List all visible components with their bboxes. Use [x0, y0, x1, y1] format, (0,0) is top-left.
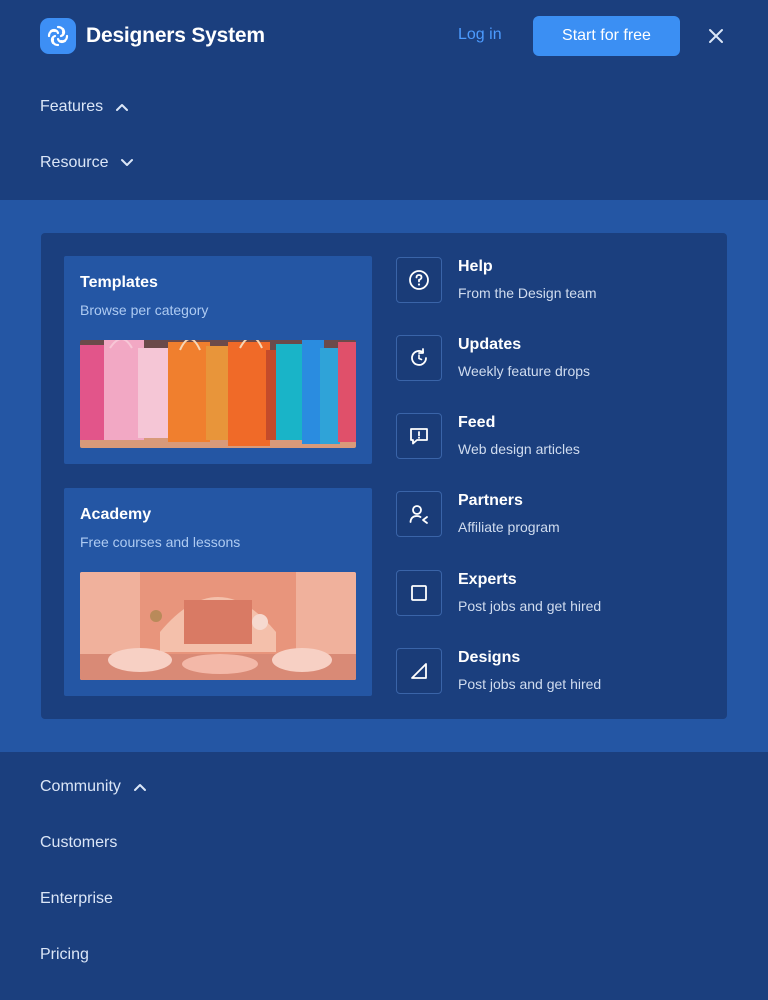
chevron-up-icon	[133, 782, 147, 792]
start-for-free-button[interactable]: Start for free	[533, 16, 680, 56]
menu-item-experts[interactable]: Experts Post jobs and get hired	[396, 570, 696, 618]
templates-tile[interactable]: Templates Browse per category	[64, 256, 372, 464]
resource-panel: Templates Browse per category Academy Fr…	[0, 200, 768, 752]
close-icon	[709, 29, 723, 43]
nav-pricing[interactable]: Pricing	[40, 946, 89, 964]
experts-subtitle: Post jobs and get hired	[458, 598, 602, 614]
designs-subtitle: Post jobs and get hired	[458, 676, 602, 692]
menu-item-designs[interactable]: Designs Post jobs and get hired	[396, 648, 696, 696]
nav-pricing-label: Pricing	[40, 946, 89, 963]
triangle-icon	[396, 648, 442, 694]
menu-item-partners[interactable]: Partners Affiliate program	[396, 491, 696, 539]
square-icon	[396, 570, 442, 616]
nav-resource[interactable]: Resource	[40, 154, 134, 172]
nav-customers-label: Customers	[40, 834, 118, 851]
feed-subtitle: Web design articles	[458, 441, 580, 457]
chevron-down-icon	[120, 158, 134, 168]
experts-title: Experts	[458, 571, 517, 588]
menu-item-feed[interactable]: Feed Web design articles	[396, 413, 696, 461]
templates-title: Templates	[80, 274, 158, 291]
nav-features[interactable]: Features	[40, 98, 129, 116]
nav-enterprise[interactable]: Enterprise	[40, 890, 113, 908]
academy-title: Academy	[80, 506, 152, 523]
help-title: Help	[458, 258, 493, 275]
updates-title: Updates	[458, 336, 522, 353]
nav-enterprise-label: Enterprise	[40, 890, 113, 907]
message-alert-icon	[396, 413, 442, 459]
academy-tile[interactable]: Academy Free courses and lessons	[64, 488, 372, 696]
nav-features-label: Features	[40, 98, 104, 115]
nav-community[interactable]: Community	[40, 778, 147, 796]
nav-community-label: Community	[40, 778, 121, 795]
updates-subtitle: Weekly feature drops	[458, 363, 591, 379]
help-subtitle: From the Design team	[458, 285, 597, 301]
academy-image	[80, 572, 356, 680]
logo-icon[interactable]	[40, 18, 76, 54]
brand-name[interactable]: Designers System	[86, 24, 265, 48]
login-link[interactable]: Log in	[458, 26, 502, 44]
nav-resource-label: Resource	[40, 154, 109, 171]
feed-title: Feed	[458, 414, 496, 431]
partners-subtitle: Affiliate program	[458, 519, 560, 535]
user-return-icon	[396, 491, 442, 537]
designs-title: Designs	[458, 649, 521, 666]
menu-item-help[interactable]: Help From the Design team	[396, 257, 696, 305]
chevron-up-icon	[115, 102, 129, 112]
templates-subtitle: Browse per category	[80, 302, 209, 318]
menu-item-updates[interactable]: Updates Weekly feature drops	[396, 335, 696, 383]
refresh-icon	[396, 335, 442, 381]
academy-subtitle: Free courses and lessons	[80, 534, 241, 550]
help-circle-icon	[396, 257, 442, 303]
partners-title: Partners	[458, 492, 523, 509]
resource-card: Templates Browse per category Academy Fr…	[41, 233, 727, 719]
nav-customers[interactable]: Customers	[40, 834, 117, 852]
close-menu-button[interactable]	[704, 24, 728, 48]
templates-image	[80, 340, 356, 448]
